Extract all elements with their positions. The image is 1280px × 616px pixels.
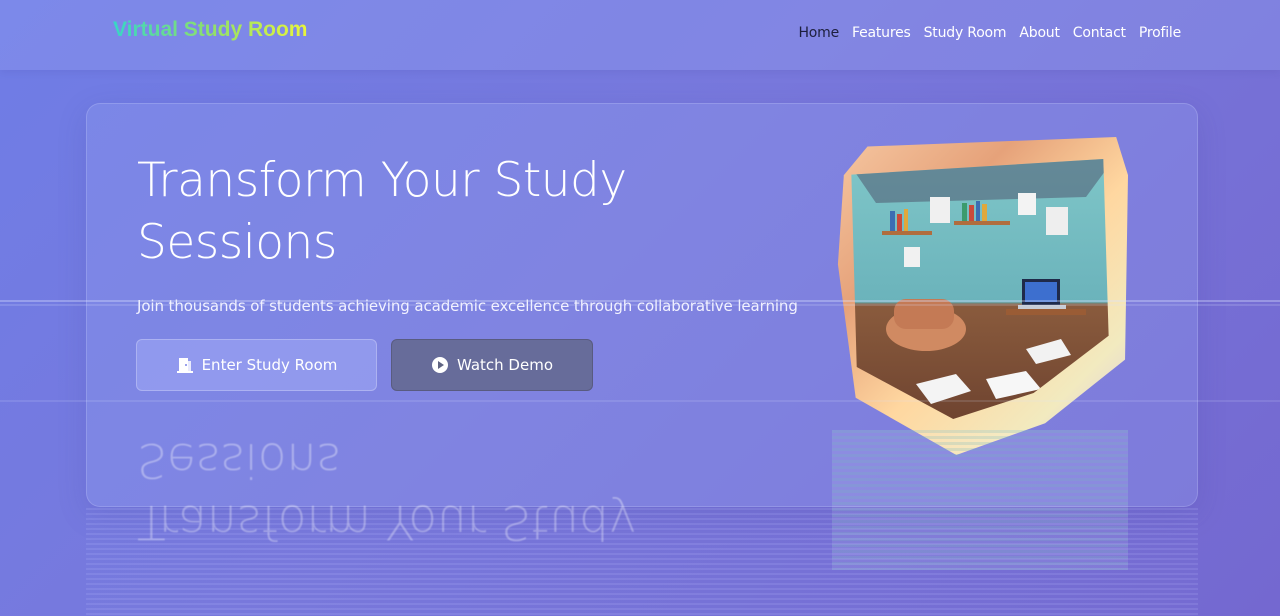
nav-links: Home Features Study Room About Contact P… [798, 25, 1181, 41]
glitch-line [0, 304, 1280, 306]
nav-link-study-room[interactable]: Study Room [924, 25, 1007, 41]
nav-link-contact[interactable]: Contact [1073, 25, 1126, 41]
glitch-line [0, 300, 1280, 302]
nav-link-about[interactable]: About [1019, 25, 1060, 41]
enter-study-room-button[interactable]: Enter Study Room [136, 339, 377, 391]
watch-demo-label: Watch Demo [456, 356, 554, 374]
hero-title: Transform Your Study Sessions [137, 153, 627, 270]
watch-demo-button[interactable]: Watch Demo [391, 339, 593, 391]
enter-study-room-label: Enter Study Room [201, 356, 338, 374]
nav-link-home[interactable]: Home [798, 25, 839, 41]
glitch-line [0, 400, 1280, 402]
brand-logo[interactable]: Virtual Study Room [113, 18, 307, 42]
play-circle-icon [431, 356, 449, 374]
study-room-illustration [832, 137, 1128, 455]
navbar: Virtual Study Room Home Features Study R… [0, 0, 1280, 70]
door-icon [176, 356, 194, 374]
reflection-area [86, 508, 1198, 616]
nav-link-features[interactable]: Features [852, 25, 911, 41]
nav-link-profile[interactable]: Profile [1139, 25, 1181, 41]
